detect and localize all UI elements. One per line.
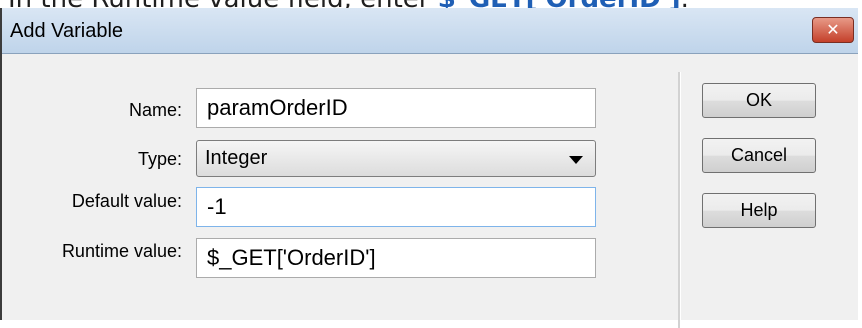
dialog-title: Add Variable [10, 20, 124, 42]
close-button[interactable]: ✕ [812, 17, 854, 43]
default-value-label: Default value: [71, 191, 182, 211]
type-select-value: Integer [205, 147, 268, 169]
runtime-value-label: Runtime value: [61, 241, 182, 261]
runtime-value-field[interactable]: $_GET['OrderID'] [196, 238, 596, 278]
chevron-down-icon [569, 156, 583, 164]
name-label: Name: [128, 100, 182, 120]
type-select[interactable]: Integer [196, 140, 596, 177]
help-button[interactable]: Help [702, 193, 816, 228]
name-field[interactable]: paramOrderID [196, 88, 596, 128]
dialog-divider [678, 72, 681, 328]
default-value-field[interactable]: -1 [196, 187, 596, 227]
ok-button[interactable]: OK [702, 83, 816, 118]
dialog-titlebar: Add Variable ✕ [2, 8, 858, 54]
type-label: Type: [137, 149, 182, 169]
add-variable-dialog: Add Variable ✕ Name: paramOrderID Type: … [0, 8, 858, 328]
cancel-button[interactable]: Cancel [702, 138, 816, 173]
close-icon: ✕ [826, 20, 840, 39]
